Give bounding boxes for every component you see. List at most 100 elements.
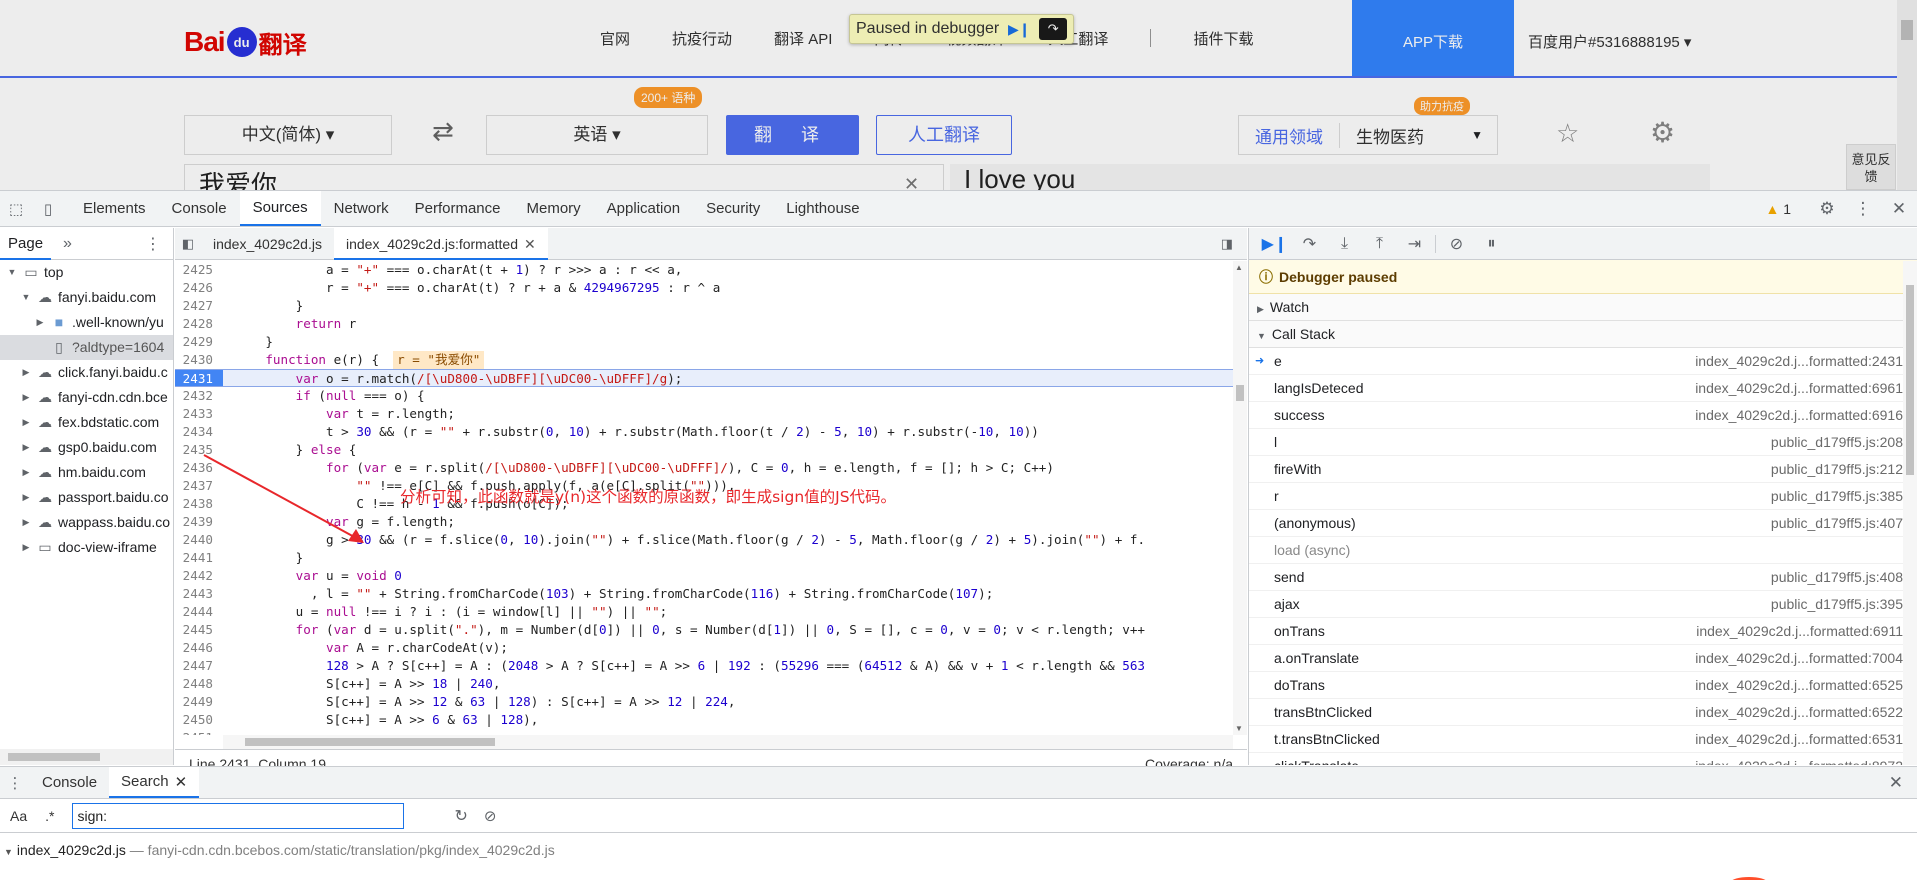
editor-hscrollbar[interactable] (223, 735, 1233, 749)
frame-location[interactable]: public_d179ff5.js:407 (1771, 510, 1903, 537)
settings-icon[interactable]: ⚙ (1650, 116, 1675, 149)
tab-console[interactable]: Console (159, 191, 240, 226)
frame-location[interactable]: public_d179ff5.js:208 (1771, 429, 1903, 456)
code-line[interactable]: 2432 if (null === o) { (175, 387, 1233, 405)
tree-item[interactable]: ▼ ▭ top (0, 260, 173, 285)
tab-memory[interactable]: Memory (514, 191, 594, 226)
inspect-element-icon[interactable]: ⬚ (0, 191, 32, 226)
tree-item[interactable]: ▶ ▭ doc-view-iframe (0, 535, 173, 560)
translate-button[interactable]: 翻 译 (726, 115, 859, 155)
close-devtools-icon[interactable]: ✕ (1881, 199, 1917, 219)
line-number[interactable]: 2425 (175, 261, 223, 279)
drawer-tab-console[interactable]: Console (30, 767, 109, 798)
clear-search-icon[interactable]: ⊘ (484, 807, 497, 825)
frame-location[interactable]: index_4029c2d.j...formatted:6522 (1695, 699, 1903, 726)
frame-location[interactable]: index_4029c2d.j...formatted:8972 (1695, 753, 1903, 765)
step-over-icon[interactable]: ↷ (1039, 18, 1068, 40)
line-number[interactable]: 2433 (175, 405, 223, 423)
code-line[interactable]: 2442 var u = void 0 (175, 567, 1233, 585)
code-line[interactable]: 2433 var t = r.length; (175, 405, 1233, 423)
line-number[interactable]: 2427 (175, 297, 223, 315)
tab-sources[interactable]: Sources (239, 191, 321, 226)
line-number[interactable]: 2429 (175, 333, 223, 351)
site-nav-item[interactable]: 抗疫行动 (672, 28, 732, 49)
line-number[interactable]: 2446 (175, 639, 223, 657)
clear-input-icon[interactable]: ✕ (904, 174, 919, 190)
tree-item[interactable]: ▶ ☁ fanyi-cdn.cdn.bce (0, 385, 173, 410)
settings-gear-icon[interactable]: ⚙ (1809, 199, 1845, 219)
call-frame[interactable]: langIsDeteced index_4029c2d.j...formatted… (1249, 375, 1917, 402)
tree-item[interactable]: ▶ ☁ passport.baidu.co (0, 485, 173, 510)
line-number[interactable]: 2451 (175, 729, 223, 735)
frame-location[interactable]: public_d179ff5.js:385 (1771, 483, 1903, 510)
call-frame[interactable]: clickTranslate index_4029c2d.j...formatte… (1249, 753, 1917, 765)
frame-location[interactable]: public_d179ff5.js:395 (1771, 591, 1903, 618)
line-number[interactable]: 2443 (175, 585, 223, 603)
app-download-link[interactable]: APP下载 (1352, 0, 1514, 76)
tree-item[interactable]: ▼ ☁ fanyi.baidu.com (0, 285, 173, 310)
resume-icon[interactable]: ▶❙ (1005, 18, 1033, 40)
watch-section-header[interactable]: ▶ Watch (1249, 294, 1917, 321)
tab-page[interactable]: Page (0, 228, 52, 260)
frame-location[interactable]: index_4029c2d.j...formatted:7004 (1695, 645, 1903, 672)
frame-location[interactable]: public_d179ff5.js:212 (1771, 456, 1903, 483)
call-frame[interactable]: ➜ e index_4029c2d.j...formatted:2431 (1249, 348, 1917, 375)
tree-item[interactable]: ▯ ?aldtype=1604 (0, 335, 173, 360)
human-translation-button[interactable]: 人工翻译 (876, 115, 1012, 155)
page-scrollbar-thumb[interactable] (1901, 20, 1913, 40)
toggle-debugger-icon[interactable]: ◨ (1221, 236, 1233, 252)
call-frame[interactable]: ajax public_d179ff5.js:395 (1249, 591, 1917, 618)
search-input[interactable] (72, 802, 405, 829)
line-number[interactable]: 2445 (175, 621, 223, 639)
line-number[interactable]: 2431 (175, 370, 223, 386)
resume-icon[interactable]: ▶❙ (1257, 234, 1292, 254)
scroll-down-icon[interactable]: ▼ (1235, 724, 1243, 733)
call-frame[interactable]: l public_d179ff5.js:208 (1249, 429, 1917, 456)
call-frame[interactable]: r public_d179ff5.js:385 (1249, 483, 1917, 510)
deactivate-breakpoints-icon[interactable]: ⊘ (1439, 234, 1474, 254)
line-number[interactable]: 2450 (175, 711, 223, 729)
line-number[interactable]: 2449 (175, 693, 223, 711)
code-line[interactable]: 2448 S[c++] = A >> 18 | 240, (175, 675, 1233, 693)
tree-item[interactable]: ▶ ☁ wappass.baidu.co (0, 510, 173, 535)
source-language-select[interactable]: 中文(简体) ▾ (184, 115, 392, 155)
code-line[interactable]: 2427 } (175, 297, 1233, 315)
line-number[interactable]: 2442 (175, 567, 223, 585)
drawer-menu-icon[interactable]: ⋮ (0, 767, 30, 798)
close-tab-icon[interactable]: ✕ (175, 773, 188, 791)
site-nav-item[interactable]: 官网 (600, 28, 630, 49)
frame-location[interactable]: public_d179ff5.js:408 (1771, 564, 1903, 591)
close-drawer-icon[interactable]: ✕ (1889, 773, 1903, 793)
code-line[interactable]: 2428 return r (175, 315, 1233, 333)
line-number[interactable]: 2448 (175, 675, 223, 693)
editor-tab[interactable]: index_4029c2d.js:formatted ✕ (333, 227, 548, 260)
scroll-up-icon[interactable]: ▲ (1235, 263, 1243, 272)
code-line[interactable]: 2449 S[c++] = A >> 12 & 63 | 128) : S[c+… (175, 693, 1233, 711)
editor-hscrollbar-thumb[interactable] (245, 738, 495, 746)
call-frame[interactable]: doTrans index_4029c2d.j...formatted:6525 (1249, 672, 1917, 699)
tree-item[interactable]: ▶ ☁ fex.bdstatic.com (0, 410, 173, 435)
call-frame[interactable]: success index_4029c2d.j...formatted:6916 (1249, 402, 1917, 429)
line-number[interactable]: 2430 (175, 351, 223, 369)
frame-location[interactable]: index_4029c2d.j...formatted:2431 (1695, 348, 1903, 375)
tab-application[interactable]: Application (594, 191, 693, 226)
code-line[interactable]: 2434 t > 30 && (r = "" + r.substr(0, 10)… (175, 423, 1233, 441)
match-case-toggle[interactable]: Aa (10, 808, 27, 824)
line-number[interactable]: 2444 (175, 603, 223, 621)
tree-item[interactable]: ▶ ■ .well-known/yu (0, 310, 173, 335)
frame-location[interactable]: index_4029c2d.j...formatted:6961 (1695, 375, 1903, 402)
code-line[interactable]: 2429 } (175, 333, 1233, 351)
warnings-counter[interactable]: ▲ 1 (1765, 201, 1791, 217)
feedback-button[interactable]: 意见反馈 (1846, 144, 1896, 190)
debugger-vscrollbar-thumb[interactable] (1906, 285, 1914, 475)
frame-location[interactable]: index_4029c2d.j...formatted:6525 (1695, 672, 1903, 699)
target-language-select[interactable]: 英语 ▾ (486, 115, 708, 155)
frame-location[interactable]: index_4029c2d.j...formatted:6531 (1695, 726, 1903, 753)
step-out-icon[interactable]: ⤒ (1362, 235, 1397, 253)
current-code-line[interactable]: 2431 var o = r.match(/[\uD800-\uDBFF][\u… (175, 369, 1233, 387)
tab-network[interactable]: Network (321, 191, 402, 226)
navigator-menu-icon[interactable]: ⋮ (145, 234, 161, 254)
navigator-hscrollbar-thumb[interactable] (8, 753, 100, 761)
code-line[interactable]: 2445 for (var d = u.split("."), m = Numb… (175, 621, 1233, 639)
swap-languages-icon[interactable]: ⇄ (432, 116, 454, 147)
